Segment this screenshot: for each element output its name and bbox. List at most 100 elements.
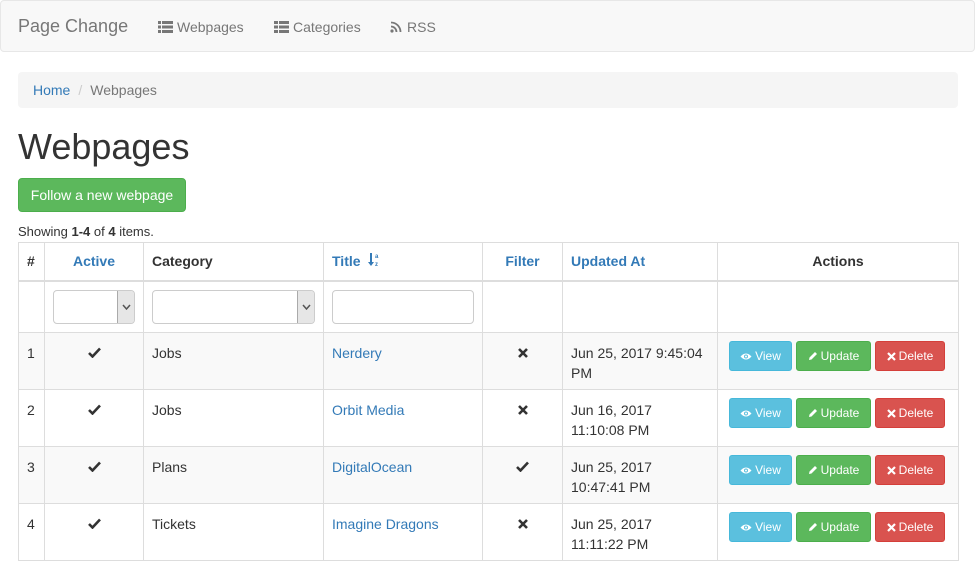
view-button[interactable]: View (729, 512, 792, 542)
sort-title-link[interactable]: Title a z (332, 252, 380, 270)
pencil-icon (808, 523, 817, 531)
table-row: 4 Tickets Imagine Dragons Jun 25, 2017 11… (18, 503, 959, 561)
table-body: 1 Jobs Nerdery Jun 25, 2017 9:45:04 PM Vi… (18, 332, 959, 561)
view-button[interactable]: View (729, 341, 792, 371)
remove-icon (886, 522, 896, 532)
check-icon (87, 518, 101, 529)
eye-icon (740, 410, 752, 416)
header-actions: Actions (717, 242, 959, 282)
breadcrumb: Home / Webpages (18, 72, 958, 108)
sort-updated-at-link[interactable]: Updated At (571, 253, 645, 269)
row-actions: View Update Delete (717, 446, 959, 504)
update-label: Update (820, 349, 860, 363)
row-category: Tickets (143, 503, 324, 561)
filter-cell-filter (482, 280, 563, 333)
row-updated-at: Jun 25, 2017 10:47:41 PM (562, 446, 718, 504)
update-button[interactable]: Update (796, 398, 871, 428)
svg-text:a: a (375, 254, 379, 260)
nav-item-label: Categories (293, 19, 361, 35)
filter-cell-updated (562, 280, 718, 333)
updated-time: PM (571, 365, 592, 381)
updated-date: Jun 25, 2017 9:45:04 (571, 345, 703, 361)
update-button[interactable]: Update (796, 341, 871, 371)
row-category: Jobs (143, 332, 324, 390)
update-label: Update (820, 520, 860, 534)
header-active: Active (44, 242, 144, 282)
delete-button[interactable]: Delete (875, 455, 945, 485)
remove-icon (886, 351, 896, 361)
row-title: Imagine Dragons (323, 503, 483, 561)
navbar: Page Change Webpages Categories RSS (0, 0, 975, 52)
remove-icon (517, 405, 528, 415)
view-button[interactable]: View (729, 455, 792, 485)
view-button[interactable]: View (729, 398, 792, 428)
header-category: Category (143, 242, 324, 282)
check-icon (87, 347, 101, 358)
nav-item-rss[interactable]: RSS (390, 18, 436, 36)
breadcrumb-home-link[interactable]: Home (33, 82, 70, 98)
filter-cell-actions (717, 280, 959, 333)
row-category: Jobs (143, 389, 324, 447)
sort-alpha-asc-icon: a z (368, 252, 380, 270)
row-title-link[interactable]: Nerdery (332, 345, 382, 361)
title-filter-input[interactable] (332, 289, 474, 324)
row-active (44, 332, 144, 390)
delete-button[interactable]: Delete (875, 512, 945, 542)
remove-icon (886, 465, 896, 475)
row-updated-at: Jun 25, 2017 11:11:22 PM (562, 503, 718, 561)
table-header-row: # Active Category Title a z Filter Updat… (18, 242, 959, 282)
row-title: Orbit Media (323, 389, 483, 447)
view-label: View (755, 463, 781, 477)
category-filter-select[interactable] (152, 289, 315, 324)
pencil-icon (808, 409, 817, 417)
check-icon (87, 461, 101, 472)
sort-filter-link[interactable]: Filter (505, 253, 539, 269)
check-icon (87, 404, 101, 415)
update-label: Update (820, 463, 860, 477)
brand-link[interactable]: Page Change (18, 16, 128, 36)
row-active (44, 446, 144, 504)
filter-cell-empty (18, 280, 45, 333)
follow-new-webpage-button[interactable]: Follow a new webpage (18, 178, 186, 212)
row-title-link[interactable]: DigitalOcean (332, 459, 412, 475)
row-actions: View Update Delete (717, 503, 959, 561)
update-button[interactable]: Update (796, 455, 871, 485)
updated-time: 11:10:08 PM (571, 422, 650, 438)
nav-item-label: RSS (407, 19, 436, 35)
row-title-link[interactable]: Orbit Media (332, 402, 404, 418)
filter-row (18, 280, 959, 333)
updated-date: Jun 25, 2017 (571, 459, 652, 475)
delete-button[interactable]: Delete (875, 341, 945, 371)
chevron-down-icon (117, 290, 134, 323)
active-filter-select[interactable] (53, 289, 135, 324)
delete-button[interactable]: Delete (875, 398, 945, 428)
filter-cell-active (44, 280, 144, 333)
header-updated-at: Updated At (562, 242, 718, 282)
updated-time: 10:47:41 PM (571, 479, 651, 495)
view-label: View (755, 406, 781, 420)
update-button[interactable]: Update (796, 512, 871, 542)
delete-label: Delete (898, 349, 934, 363)
nav-item-categories[interactable]: Categories (274, 18, 361, 36)
row-filter (482, 446, 563, 504)
header-num: # (18, 242, 45, 282)
view-label: View (755, 520, 781, 534)
pencil-icon (808, 466, 817, 474)
updated-date: Jun 16, 2017 (571, 402, 652, 418)
chevron-down-icon (297, 290, 314, 323)
nav-item-webpages[interactable]: Webpages (158, 18, 244, 36)
sort-active-link[interactable]: Active (73, 253, 115, 269)
eye-icon (740, 353, 752, 359)
page-title: Webpages (18, 126, 190, 167)
row-updated-at: Jun 25, 2017 9:45:04 PM (562, 332, 718, 390)
row-title: Nerdery (323, 332, 483, 390)
pencil-icon (808, 352, 817, 360)
row-num: 3 (18, 446, 45, 504)
delete-label: Delete (898, 406, 934, 420)
row-num: 1 (18, 332, 45, 390)
row-title-link[interactable]: Imagine Dragons (332, 516, 439, 532)
update-label: Update (820, 406, 860, 420)
row-active (44, 503, 144, 561)
row-title: DigitalOcean (323, 446, 483, 504)
row-filter (482, 332, 563, 390)
